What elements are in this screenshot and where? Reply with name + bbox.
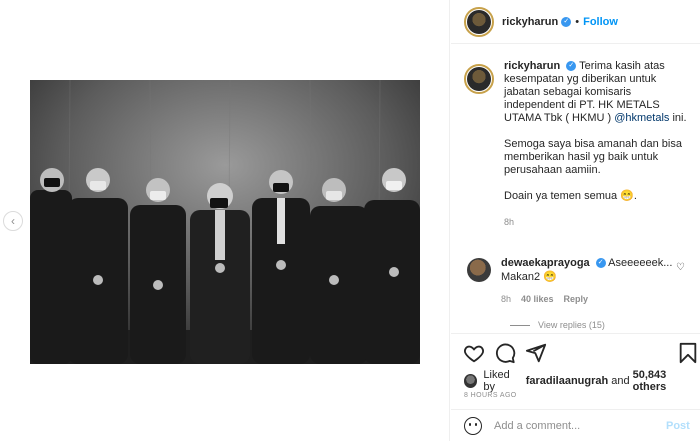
verified-badge-icon: ✓ [561,16,572,27]
group-photo-image [30,80,420,364]
author-username[interactable]: rickyharun [502,16,558,28]
post-button[interactable]: Post [666,420,690,432]
view-replies-label: View replies (15) [538,320,605,330]
post-date[interactable]: 8 HOURS AGO [464,392,517,399]
bookmark-icon[interactable] [677,342,699,364]
comment-item: dewaekaprayoga ✓ Aseeeeeek... Makan2 😁 8… [464,256,700,306]
caption-author-avatar[interactable] [464,64,494,94]
verified-badge-icon: ✓ [595,258,606,269]
view-replies-button[interactable]: View replies (15) [510,320,605,330]
likes-summary: Liked by faradilaanugrah and 50,843 othe… [464,369,700,393]
media-panel: ‹ [0,0,450,441]
post-header: rickyharun ✓ • Follow [451,0,700,44]
comment-like-heart-icon[interactable]: ♡ [676,262,685,273]
comment-time[interactable]: 8h [501,292,511,306]
previous-post-button[interactable]: ‹ [3,211,23,231]
heart-icon[interactable] [463,342,485,364]
separator-dot: • [575,15,580,28]
caption-time[interactable]: 8h [504,216,692,229]
chevron-left-icon: ‹ [11,214,15,228]
caption-paragraph-2: Semoga saya bisa amanah dan bisa memberi… [504,138,686,176]
verified-badge-icon: ✓ [566,61,577,72]
mention-link[interactable]: @hkmetals [614,112,669,124]
comment-likes[interactable]: 40 likes [521,292,554,306]
comment-input[interactable] [494,419,664,432]
caption-body: rickyharun ✓ Terima kasih atas kesempata… [504,60,692,229]
emoji-icon[interactable] [464,416,482,435]
replies-line [510,324,530,326]
author-avatar[interactable] [464,6,494,37]
commenter-avatar[interactable] [467,258,491,282]
caption-paragraph-3: Doain ya temen semua 😁. [504,190,637,202]
caption-paragraph-1: rickyharun ✓ Terima kasih atas kesempata… [504,60,692,125]
comment-icon[interactable] [494,342,516,364]
share-icon[interactable] [525,342,547,364]
caption-username[interactable]: rickyharun [504,60,560,72]
liker-username[interactable]: faradilaanugrah [526,375,609,387]
post-photo[interactable] [30,80,420,364]
likes-middle: and [611,375,630,387]
post-details-panel: rickyharun ✓ • Follow rickyharun ✓ Terim… [451,0,700,441]
reply-button[interactable]: Reply [564,292,589,306]
comment-meta: 8h 40 likes Reply [501,292,677,306]
caption: rickyharun ✓ Terima kasih atas kesempata… [464,60,694,229]
likes-count[interactable]: 50,843 others [633,369,700,393]
comment-body: dewaekaprayoga ✓ Aseeeeeek... Makan2 😁 8… [501,256,677,306]
liker-avatar[interactable] [464,374,478,388]
commenter-username[interactable]: dewaekaprayoga [501,257,590,269]
add-comment-bar: Post [451,409,700,441]
caption-text-end: ini. [669,112,687,124]
likes-prefix: Liked by [483,369,510,393]
action-bar [451,333,700,371]
follow-button[interactable]: Follow [583,16,618,28]
